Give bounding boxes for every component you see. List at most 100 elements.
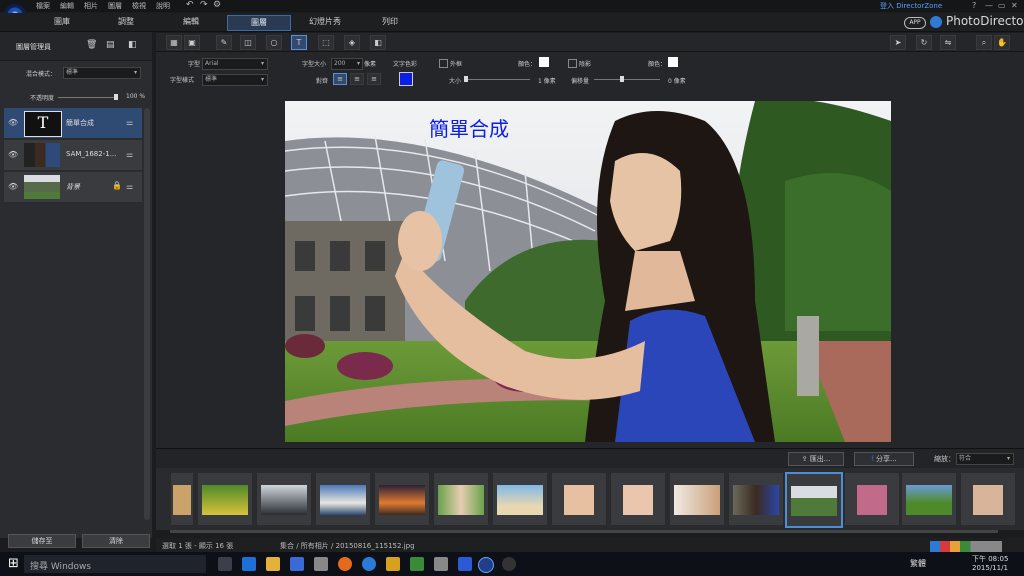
opacity-slider-knob[interactable] bbox=[114, 94, 118, 100]
shadow-color-swatch[interactable] bbox=[668, 57, 678, 67]
rotate-icon[interactable]: ↻ bbox=[916, 35, 932, 50]
maximize-button[interactable]: ▭ bbox=[998, 1, 1006, 10]
film-thumb[interactable] bbox=[669, 472, 725, 526]
film-thumb[interactable] bbox=[551, 472, 607, 526]
share-button[interactable]: f 分享... bbox=[854, 452, 914, 466]
outline-checkbox[interactable] bbox=[439, 59, 448, 68]
firefox-icon[interactable] bbox=[338, 557, 352, 571]
redo-icon[interactable]: ↷ bbox=[200, 0, 208, 10]
shape-circle-icon[interactable]: ○ bbox=[266, 35, 282, 50]
app-badge[interactable]: APP bbox=[904, 17, 926, 29]
filmstrip-scrollbar[interactable] bbox=[170, 530, 998, 533]
tab-adjust[interactable]: 調整 bbox=[96, 15, 156, 29]
app-icon[interactable] bbox=[434, 557, 448, 571]
film-thumb[interactable] bbox=[901, 472, 957, 526]
film-thumb[interactable] bbox=[960, 472, 1016, 526]
eraser-icon[interactable]: ◫ bbox=[240, 35, 256, 50]
image-layer-icon[interactable]: ▣ bbox=[184, 35, 200, 50]
export-button[interactable]: ⇪ 匯出... bbox=[788, 452, 844, 466]
menu-photo[interactable]: 相片 bbox=[84, 1, 98, 11]
shadow-offset-knob[interactable] bbox=[620, 76, 624, 82]
file-explorer-icon[interactable] bbox=[266, 557, 280, 571]
menu-help[interactable]: 說明 bbox=[156, 1, 170, 11]
film-thumb[interactable] bbox=[433, 472, 489, 526]
layer-settings-icon[interactable]: ⚌ bbox=[126, 150, 133, 159]
align-center-icon[interactable]: ≡ bbox=[350, 73, 364, 85]
menu-file[interactable]: 檔案 bbox=[36, 1, 50, 11]
align-right-icon[interactable]: ≡ bbox=[367, 73, 381, 85]
minimize-button[interactable]: — bbox=[985, 1, 993, 10]
visibility-eye-icon[interactable]: 👁 bbox=[8, 182, 18, 191]
outline-color-swatch[interactable] bbox=[539, 57, 549, 67]
fill-bucket-icon[interactable]: ◈ bbox=[344, 35, 360, 50]
layer-view-icon[interactable]: ▦ bbox=[166, 35, 182, 50]
film-thumb[interactable] bbox=[256, 472, 312, 526]
tab-slideshow[interactable]: 幻燈片秀 bbox=[294, 15, 356, 29]
align-left-icon[interactable]: ≡ bbox=[333, 73, 347, 85]
film-thumb[interactable] bbox=[492, 472, 548, 526]
film-thumb[interactable] bbox=[374, 472, 430, 526]
clear-button[interactable]: 清除 bbox=[82, 534, 150, 548]
layer-settings-icon[interactable]: ⚌ bbox=[126, 118, 133, 127]
layer-item-photo[interactable]: 👁 SAM_1682-1... ⚌ bbox=[4, 140, 142, 171]
film-thumb[interactable] bbox=[315, 472, 371, 526]
app-icon[interactable] bbox=[314, 557, 328, 571]
ie-icon[interactable] bbox=[362, 557, 376, 571]
blend-mode-select[interactable]: 標準 ▾ bbox=[63, 67, 141, 79]
menu-edit[interactable]: 編輯 bbox=[60, 1, 74, 11]
visibility-eye-icon[interactable]: 👁 bbox=[8, 118, 18, 127]
opacity-slider[interactable] bbox=[58, 97, 116, 98]
task-view-icon[interactable] bbox=[218, 557, 232, 571]
close-button[interactable]: ✕ bbox=[1011, 1, 1018, 10]
search-input[interactable]: 搜尋 Windows bbox=[30, 559, 91, 572]
layer-item-text[interactable]: 👁 T 簡單合成 ⚌ bbox=[4, 108, 142, 139]
edge-icon[interactable] bbox=[242, 557, 256, 571]
photodirector-task-icon[interactable] bbox=[478, 557, 494, 573]
undo-icon[interactable]: ↶ bbox=[186, 0, 194, 10]
clock-time[interactable]: 下午 08:05 bbox=[972, 554, 1008, 564]
zoom-icon[interactable]: ⌕ bbox=[976, 35, 992, 50]
font-style-select[interactable]: 標準 ▾ bbox=[202, 74, 268, 86]
zoom-select[interactable]: 符合 ▾ bbox=[956, 453, 1014, 465]
outline-size-knob[interactable] bbox=[464, 76, 468, 82]
film-thumb[interactable] bbox=[728, 472, 784, 526]
tab-edit[interactable]: 編輯 bbox=[160, 15, 222, 29]
film-thumb[interactable] bbox=[170, 472, 194, 526]
windows-start-icon[interactable]: ⊞ bbox=[8, 556, 19, 571]
flip-icon[interactable]: ⇋ bbox=[940, 35, 956, 50]
ime-lang[interactable]: 繁體 bbox=[910, 558, 926, 569]
clock-date[interactable]: 2015/11/1 bbox=[972, 564, 1008, 572]
tab-library[interactable]: 圖庫 bbox=[32, 15, 92, 29]
text-color-swatch[interactable] bbox=[399, 72, 413, 86]
film-thumb[interactable] bbox=[844, 472, 900, 526]
panel-scrollbar[interactable] bbox=[144, 108, 150, 520]
shadow-checkbox[interactable] bbox=[568, 59, 577, 68]
brush-icon[interactable]: ✎ bbox=[216, 35, 232, 50]
mask-icon[interactable]: ◧ bbox=[370, 35, 386, 50]
shadow-offset-slider[interactable] bbox=[594, 79, 660, 80]
add-layer-icon[interactable]: ◧ bbox=[128, 40, 137, 50]
save-to-button[interactable]: 儲存至 bbox=[8, 534, 76, 548]
text-tool-icon[interactable]: T bbox=[291, 35, 307, 50]
layer-menu-icon[interactable]: ▤ bbox=[106, 40, 115, 50]
overlay-text[interactable]: 簡單合成 bbox=[429, 113, 509, 142]
app-icon[interactable] bbox=[502, 557, 516, 571]
menu-view[interactable]: 檢視 bbox=[132, 1, 146, 11]
film-thumb-selected[interactable] bbox=[785, 472, 843, 528]
search-box[interactable]: 搜尋 Windows bbox=[24, 555, 206, 573]
tab-layers[interactable]: 圖層 bbox=[227, 15, 291, 31]
film-thumb[interactable] bbox=[610, 472, 666, 526]
store-icon[interactable] bbox=[290, 557, 304, 571]
hand-icon[interactable]: ✋ bbox=[994, 35, 1010, 50]
menu-layer[interactable]: 圖層 bbox=[108, 1, 122, 11]
layer-item-background[interactable]: 👁 背景 🔒 ⚌ bbox=[4, 172, 142, 203]
selection-tool-icon[interactable]: ⬚ bbox=[318, 35, 334, 50]
composite-photo[interactable]: 簡單合成 bbox=[285, 101, 891, 442]
ime-toolbar[interactable] bbox=[930, 541, 1002, 552]
help-icon[interactable]: ? bbox=[972, 1, 976, 10]
app-icon[interactable] bbox=[458, 557, 472, 571]
delete-icon[interactable]: 🗑 bbox=[86, 40, 97, 50]
app-icon[interactable] bbox=[386, 557, 400, 571]
pointer-icon[interactable]: ➤ bbox=[890, 35, 906, 50]
font-select[interactable]: Arial ▾ bbox=[202, 58, 268, 70]
